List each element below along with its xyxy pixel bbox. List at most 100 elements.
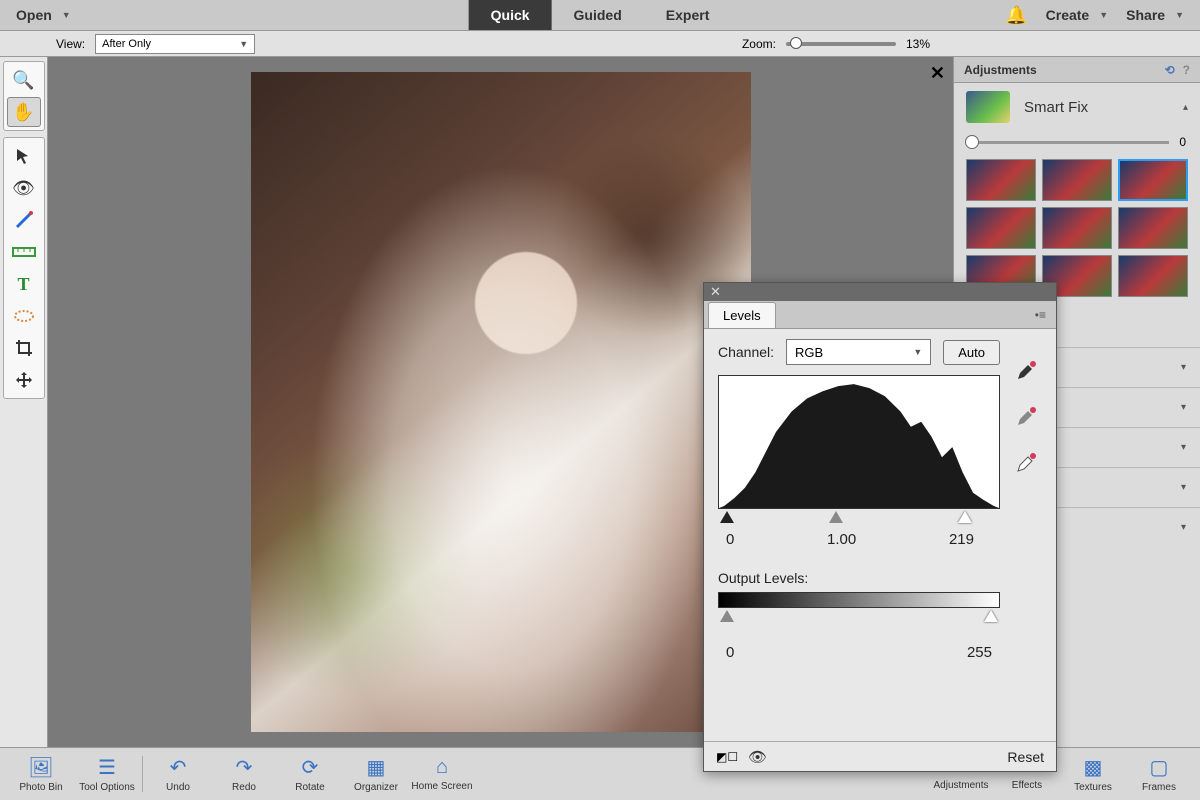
close-document-icon[interactable]: ✕ xyxy=(930,63,945,84)
preset-thumb[interactable] xyxy=(1042,207,1112,249)
smartfix-icon xyxy=(966,91,1010,123)
white-point-slider[interactable] xyxy=(958,511,972,523)
smartfix-slider[interactable]: 0 xyxy=(954,131,1200,159)
black-eyedropper[interactable] xyxy=(1012,357,1040,385)
textures-btn[interactable]: ▩Textures xyxy=(1060,755,1126,793)
reset-button[interactable]: Reset xyxy=(1007,749,1044,765)
quick-select-tool[interactable] xyxy=(7,141,41,171)
view-select[interactable]: After Only ▼ xyxy=(95,34,255,54)
undo-button[interactable]: ↶Undo xyxy=(145,748,211,800)
chevron-down-icon: ▾ xyxy=(1181,482,1186,493)
redo-button[interactable]: ↷Redo xyxy=(211,748,277,800)
white-eyedropper[interactable] xyxy=(1012,449,1040,477)
chevron-down-icon: ▾ xyxy=(1181,522,1186,533)
tab-guided[interactable]: Guided xyxy=(552,0,644,30)
reset-panel-icon[interactable]: ⟲ xyxy=(1165,63,1175,77)
dialog-menu-icon[interactable]: •≡ xyxy=(1025,308,1056,322)
straighten-tool[interactable] xyxy=(7,237,41,267)
tab-quick[interactable]: Quick xyxy=(469,0,552,30)
chevron-down-icon: ▾ xyxy=(1181,402,1186,413)
textures-icon: ▩ xyxy=(1084,755,1103,780)
home-icon: ⌂ xyxy=(436,756,448,779)
tool-options-button[interactable]: ☰Tool Options xyxy=(74,748,140,800)
eyedropper-group xyxy=(1012,339,1042,731)
chevron-down-icon: ▼ xyxy=(62,10,71,20)
chevron-down-icon: ▼ xyxy=(1099,10,1108,20)
dialog-titlebar[interactable]: ✕ xyxy=(704,283,1056,301)
photo-bin-icon: 🖼 xyxy=(28,755,53,780)
crop-tool[interactable] xyxy=(7,333,41,363)
auto-levels-button[interactable]: Auto xyxy=(943,340,1000,365)
redo-icon: ↷ xyxy=(236,755,253,780)
smartfix-section[interactable]: Smart Fix ▴ xyxy=(954,83,1200,131)
preset-thumb[interactable] xyxy=(966,159,1036,201)
tab-expert[interactable]: Expert xyxy=(644,0,732,30)
output-black-slider[interactable] xyxy=(720,610,734,622)
preview-toggle-icon[interactable]: 👁 xyxy=(748,748,767,766)
preset-thumb[interactable] xyxy=(966,207,1036,249)
zoom-slider-thumb[interactable] xyxy=(790,37,802,49)
rotate-button[interactable]: ⟳Rotate xyxy=(277,748,343,800)
preset-thumb[interactable] xyxy=(1118,207,1188,249)
chevron-up-icon: ▴ xyxy=(1183,102,1188,113)
zoom-label: Zoom: xyxy=(742,37,776,51)
spot-heal-tool[interactable] xyxy=(7,301,41,331)
photo-bin-button[interactable]: 🖼Photo Bin xyxy=(8,748,74,800)
tool-options-icon: ☰ xyxy=(98,755,116,780)
channel-label: Channel: xyxy=(718,344,774,360)
help-icon[interactable]: ? xyxy=(1183,63,1190,77)
output-sliders xyxy=(718,610,1000,622)
open-menu[interactable]: Open ▼ xyxy=(0,0,87,30)
right-controls: 🔔 Create▼ Share▼ xyxy=(1005,0,1200,30)
dialog-footer: ◩☐ 👁 Reset xyxy=(704,741,1056,771)
whiten-tool[interactable] xyxy=(7,205,41,235)
organizer-button[interactable]: ▦Organizer xyxy=(343,748,409,800)
rotate-icon: ⟳ xyxy=(302,755,319,780)
share-menu[interactable]: Share▼ xyxy=(1126,7,1184,23)
organizer-icon: ▦ xyxy=(367,755,386,780)
preset-thumb[interactable] xyxy=(1118,159,1188,201)
options-bar: View: After Only ▼ Zoom: 13% xyxy=(0,31,1200,57)
frames-icon: ▢ xyxy=(1150,755,1169,780)
notifications-icon[interactable]: 🔔 xyxy=(1005,5,1027,26)
menu-bar: Open ▼ Quick Guided Expert 🔔 Create▼ Sha… xyxy=(0,0,1200,31)
eye-tool[interactable]: 👁 xyxy=(7,173,41,203)
type-tool[interactable]: T xyxy=(7,269,41,299)
chevron-down-icon: ▼ xyxy=(239,39,248,49)
zoom-value: 13% xyxy=(906,37,930,51)
output-white-value: 255 xyxy=(967,644,992,661)
histogram xyxy=(718,375,1000,509)
zoom-slider[interactable] xyxy=(786,42,896,46)
chevron-down-icon: ▼ xyxy=(913,347,922,357)
clip-icon[interactable]: ◩☐ xyxy=(716,750,738,764)
black-point-slider[interactable] xyxy=(720,511,734,523)
preset-thumb[interactable] xyxy=(1042,159,1112,201)
zoom-tool[interactable]: 🔍 xyxy=(7,65,41,95)
levels-tab[interactable]: Levels xyxy=(708,302,776,328)
smartfix-value: 0 xyxy=(1179,135,1186,149)
input-black-value: 0 xyxy=(726,531,734,548)
mid-point-slider[interactable] xyxy=(829,511,843,523)
output-white-slider[interactable] xyxy=(984,610,998,622)
hand-tool[interactable]: ✋ xyxy=(7,97,41,127)
input-sliders xyxy=(718,511,1000,523)
close-icon[interactable]: ✕ xyxy=(710,284,721,300)
adjustments-header: Adjustments ⟲ ? xyxy=(954,57,1200,83)
zoom-group: Zoom: 13% xyxy=(742,37,930,51)
home-button[interactable]: ⌂Home Screen xyxy=(409,748,475,800)
create-menu[interactable]: Create▼ xyxy=(1046,7,1109,23)
input-white-value: 219 xyxy=(949,531,974,548)
gray-eyedropper[interactable] xyxy=(1012,403,1040,431)
move-tool[interactable] xyxy=(7,365,41,395)
channel-select[interactable]: RGB ▼ xyxy=(786,339,931,365)
levels-dialog[interactable]: ✕ Levels •≡ Channel: RGB ▼ Auto xyxy=(703,282,1057,772)
chevron-down-icon: ▾ xyxy=(1181,362,1186,373)
undo-icon: ↶ xyxy=(170,755,187,780)
input-mid-value: 1.00 xyxy=(827,531,856,548)
output-gradient xyxy=(718,592,1000,608)
document-image xyxy=(251,72,751,732)
mode-tabs: Quick Guided Expert xyxy=(469,0,732,30)
frames-btn[interactable]: ▢Frames xyxy=(1126,755,1192,793)
slider-thumb[interactable] xyxy=(965,135,979,149)
preset-thumb[interactable] xyxy=(1118,255,1188,297)
